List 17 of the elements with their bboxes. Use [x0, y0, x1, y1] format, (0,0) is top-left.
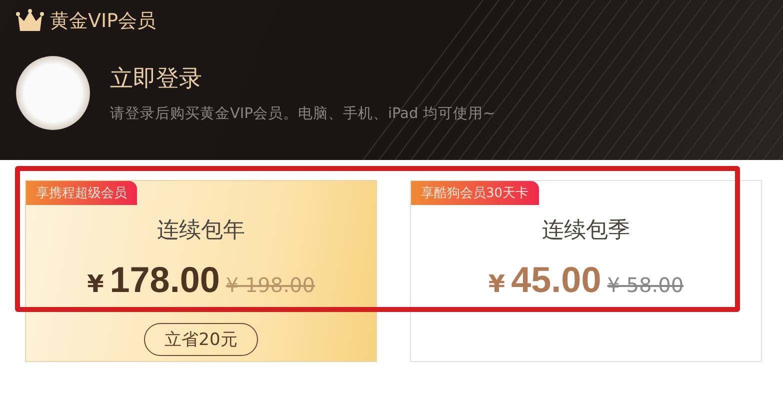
- promo-badge: 享携程超级会员: [26, 181, 137, 205]
- crown-icon: [16, 9, 44, 33]
- original-price: ¥ 58.00: [607, 273, 684, 297]
- plan-price: 45.00: [511, 259, 602, 301]
- plan-card[interactable]: 享酷狗会员30天卡 连续包季 ¥ 45.00 ¥ 58.00: [410, 180, 762, 362]
- saving-tag: 立省20元: [144, 323, 258, 356]
- plan-card[interactable]: 享携程超级会员 连续包年 ¥ 178.00 ¥ 198.00 立省20元: [25, 180, 377, 362]
- login-link[interactable]: 立即登录: [110, 63, 495, 94]
- plan-name: 连续包年: [157, 217, 245, 245]
- currency-sign: ¥: [488, 270, 506, 298]
- promo-badge: 享酷狗会员30天卡: [411, 181, 539, 205]
- currency-sign: ¥: [87, 270, 104, 298]
- page-title: 黄金VIP会员: [50, 9, 156, 34]
- plan-price: 178.00: [110, 259, 220, 301]
- login-hint: 请登录后购买黄金VIP会员。电脑、手机、iPad 均可使用~: [110, 104, 495, 123]
- original-price: ¥ 198.00: [226, 273, 315, 297]
- plan-name: 连续包季: [542, 217, 630, 245]
